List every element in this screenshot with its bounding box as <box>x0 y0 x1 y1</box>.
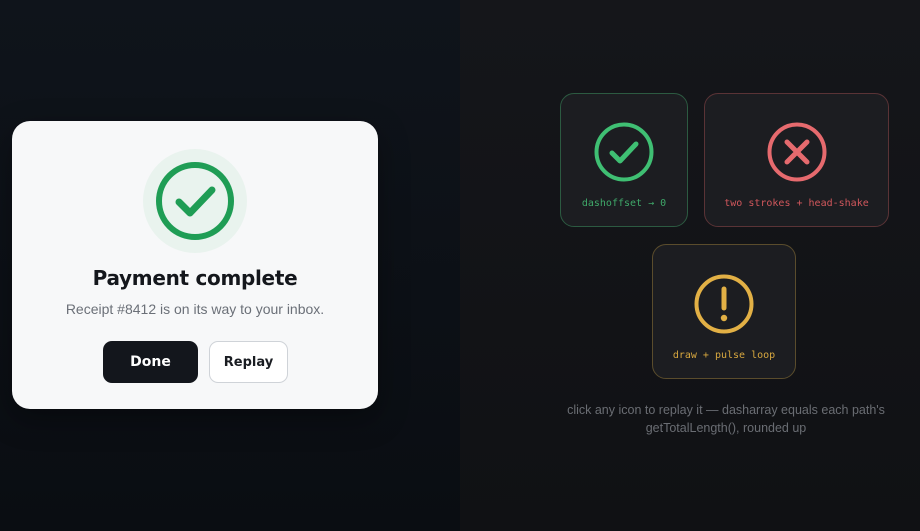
payment-modal: Payment complete Receipt #8412 is on its… <box>12 121 378 409</box>
tile-caption: dashoffset → 0 <box>581 198 667 209</box>
modal-subtitle: Receipt #8412 is on its way to your inbo… <box>65 301 325 317</box>
tile-caption: draw + pulse loop <box>672 350 776 361</box>
tile-caption: two strokes + head-shake <box>724 198 869 209</box>
stage: Payment complete Receipt #8412 is on its… <box>0 0 920 531</box>
hint-line: getTotalLength(), rounded up <box>645 421 807 435</box>
warning-demo-tile[interactable]: draw + pulse loop <box>652 244 796 379</box>
check-circle-icon <box>156 162 234 240</box>
exclamation-circle-icon[interactable] <box>693 273 755 335</box>
error-demo-tile[interactable]: two strokes + head-shake <box>704 93 889 227</box>
replay-button[interactable]: Replay <box>209 341 288 383</box>
check-circle-icon[interactable] <box>593 121 655 183</box>
success-demo-tile[interactable]: dashoffset → 0 <box>560 93 688 227</box>
success-icon-halo <box>143 149 247 253</box>
hint-line: click any icon to replay it — dasharray … <box>567 403 885 417</box>
done-button[interactable]: Done <box>103 341 198 383</box>
modal-title: Payment complete <box>92 266 298 290</box>
replay-hint: click any icon to replay it — dasharray … <box>540 401 912 437</box>
x-circle-icon[interactable] <box>766 121 828 183</box>
